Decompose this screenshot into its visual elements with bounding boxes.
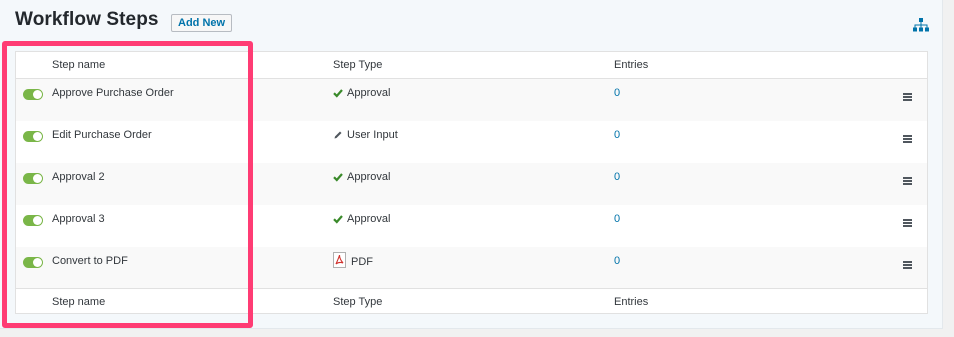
active-toggle[interactable] bbox=[23, 131, 43, 142]
step-type-label: PDF bbox=[351, 255, 373, 268]
workflow-steps-panel: Workflow Steps Add New Step name Step Ty… bbox=[0, 0, 943, 329]
step-name[interactable]: Convert to PDF bbox=[52, 255, 128, 267]
table-footer: Step name Step Type Entries bbox=[16, 288, 927, 315]
active-toggle[interactable] bbox=[23, 215, 43, 226]
workflow-steps-table: Step name Step Type Entries Approve Purc… bbox=[15, 51, 928, 314]
column-header-entries: Entries bbox=[614, 59, 649, 71]
check-icon bbox=[333, 215, 343, 224]
entries-count-link[interactable]: 0 bbox=[614, 87, 620, 99]
column-footer-step-type: Step Type bbox=[333, 296, 383, 308]
pdf-icon bbox=[333, 252, 346, 268]
entries-count-link[interactable]: 0 bbox=[614, 213, 620, 225]
table-row: Approval 2 Approval 0 bbox=[16, 163, 927, 205]
step-name[interactable]: Approve Purchase Order bbox=[52, 87, 174, 99]
step-type: Approval bbox=[333, 171, 390, 183]
sitemap-icon[interactable] bbox=[912, 17, 930, 33]
page-title: Workflow Steps bbox=[15, 9, 159, 30]
step-type: Approval bbox=[333, 213, 390, 225]
hamburger-menu-icon[interactable] bbox=[903, 177, 912, 185]
hamburger-menu-icon[interactable] bbox=[903, 93, 912, 101]
entries-count-link[interactable]: 0 bbox=[614, 171, 620, 183]
hamburger-menu-icon[interactable] bbox=[903, 219, 912, 227]
table-row: Approval 3 Approval 0 bbox=[16, 205, 927, 247]
pencil-icon bbox=[334, 131, 342, 139]
entries-count-link[interactable]: 0 bbox=[614, 255, 620, 267]
step-type-label: User Input bbox=[347, 129, 398, 141]
step-name[interactable]: Approval 2 bbox=[52, 171, 105, 183]
step-type-label: Approval bbox=[347, 87, 391, 99]
table-row: Edit Purchase Order User Input 0 bbox=[16, 121, 927, 163]
active-toggle[interactable] bbox=[23, 89, 43, 100]
hamburger-menu-icon[interactable] bbox=[903, 261, 912, 269]
column-footer-entries: Entries bbox=[614, 296, 649, 308]
column-header-step-name: Step name bbox=[52, 59, 106, 71]
check-icon bbox=[333, 173, 343, 182]
step-name[interactable]: Edit Purchase Order bbox=[52, 129, 152, 141]
column-header-step-type: Step Type bbox=[333, 59, 383, 71]
step-type: User Input bbox=[333, 129, 398, 141]
step-type: PDF bbox=[333, 252, 373, 268]
step-name[interactable]: Approval 3 bbox=[52, 213, 105, 225]
hamburger-menu-icon[interactable] bbox=[903, 135, 912, 143]
active-toggle[interactable] bbox=[23, 257, 43, 268]
table-row: Convert to PDF PDF 0 bbox=[16, 247, 927, 289]
entries-count-link[interactable]: 0 bbox=[614, 129, 620, 141]
step-type: Approval bbox=[333, 87, 390, 99]
step-type-label: Approval bbox=[347, 213, 391, 225]
step-type-label: Approval bbox=[347, 171, 391, 183]
table-header: Step name Step Type Entries bbox=[16, 52, 927, 79]
table-row: Approve Purchase Order Approval 0 bbox=[16, 79, 927, 121]
column-footer-step-name: Step name bbox=[52, 296, 106, 308]
add-new-button[interactable]: Add New bbox=[171, 14, 233, 32]
check-icon bbox=[333, 89, 343, 98]
active-toggle[interactable] bbox=[23, 173, 43, 184]
